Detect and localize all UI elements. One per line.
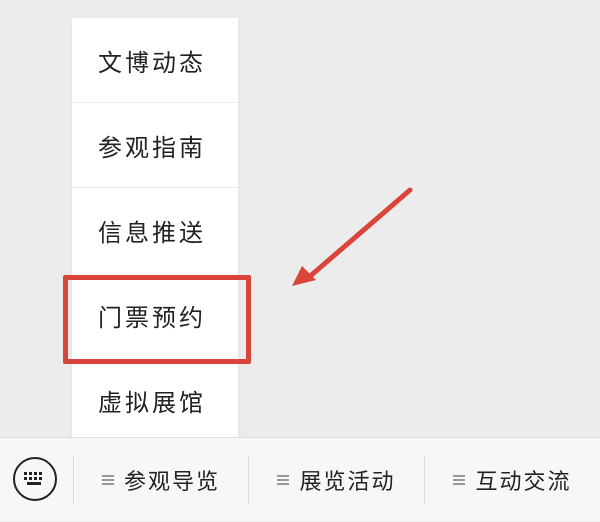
bottom-tab-hudong-jiaoliu[interactable]: 互动交流	[425, 438, 600, 522]
menu-item-label: 参观指南	[98, 133, 206, 162]
menu-item-xinxi-tuisong[interactable]: 信息推送	[72, 188, 238, 272]
bottom-tab-zhanlan-huodong[interactable]: 展览活动	[249, 438, 424, 522]
hamburger-icon	[453, 474, 466, 486]
menu-item-xuni-zhanguan[interactable]: 虚拟展馆	[72, 358, 238, 442]
hamburger-icon	[101, 474, 114, 486]
menu-item-canguan-zhinan[interactable]: 参观指南	[72, 103, 238, 187]
keyboard-icon	[24, 472, 42, 485]
popup-menu: 文博动态 参观指南 信息推送 门票预约 虚拟展馆	[72, 18, 238, 437]
menu-item-label: 信息推送	[98, 218, 206, 247]
bottom-tab-label: 展览活动	[299, 470, 396, 495]
bottom-tab-label: 参观导览	[123, 470, 220, 495]
bottom-tab-canguan-daolan[interactable]: 参观导览	[74, 438, 248, 522]
bottom-tab-label: 互动交流	[475, 470, 572, 495]
keyboard-toggle-button[interactable]	[13, 457, 57, 501]
menu-item-label: 文博动态	[98, 48, 206, 77]
hamburger-icon	[277, 474, 290, 486]
menu-item-wenbo-dongtai[interactable]: 文博动态	[72, 18, 238, 102]
menu-item-label: 虚拟展馆	[98, 388, 206, 417]
highlight-box	[63, 275, 251, 364]
bottom-menu-bar: 参观导览 展览活动 互动交流	[0, 437, 600, 521]
